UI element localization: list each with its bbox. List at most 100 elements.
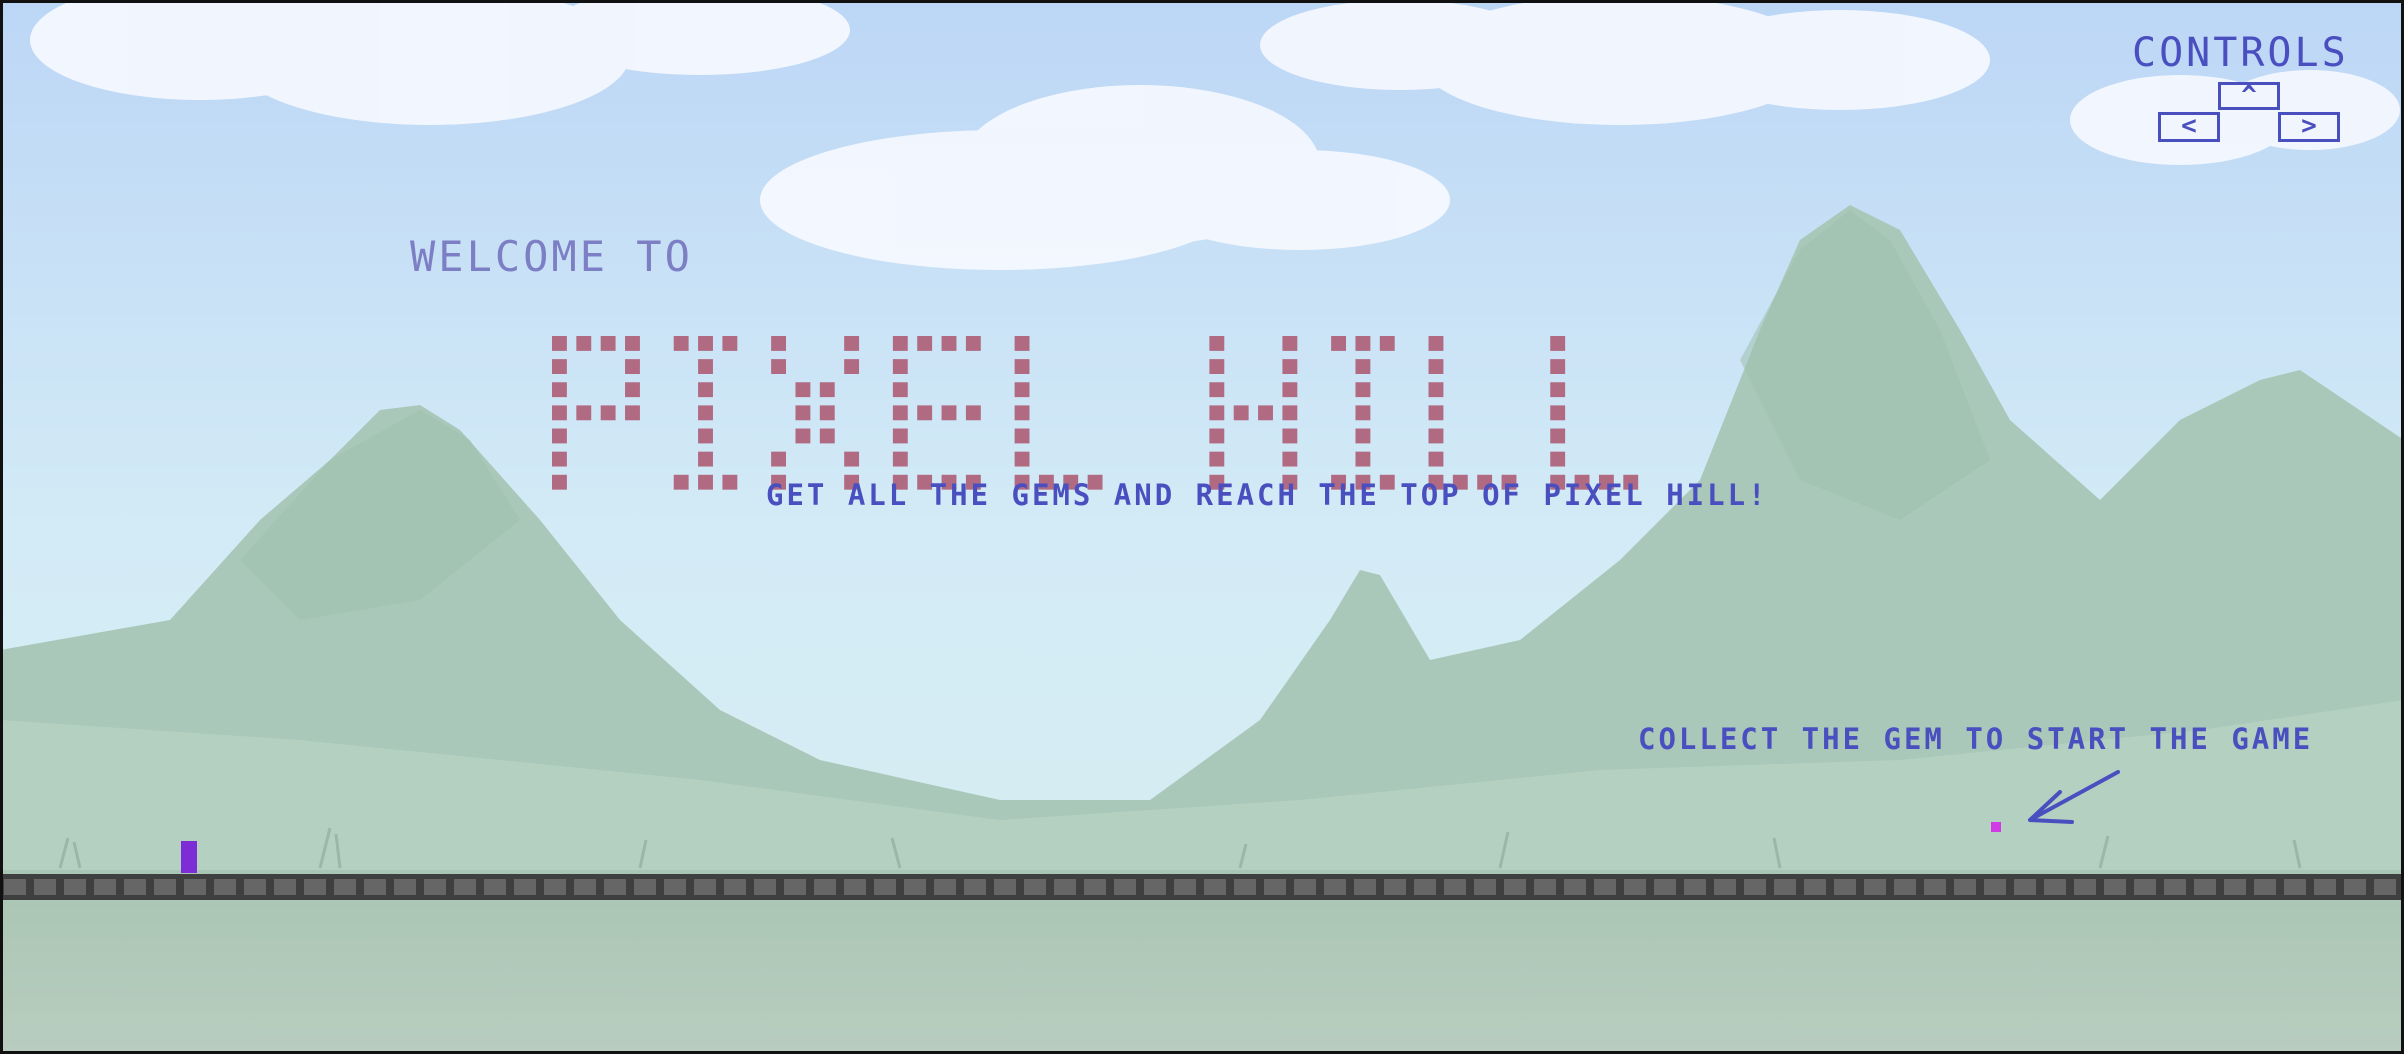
player-character[interactable] [181, 841, 197, 873]
title-dot [1014, 451, 1030, 467]
title-dot [552, 359, 567, 375]
title-dot [552, 382, 567, 398]
title-dot [1014, 336, 1030, 351]
title-dot [844, 359, 860, 375]
title-dot [1550, 359, 1566, 375]
title-dot [795, 382, 811, 398]
title-dot [844, 451, 860, 467]
title-dot [576, 405, 592, 421]
title-dot [1209, 428, 1225, 444]
title-dot [1209, 382, 1225, 398]
title-dot [698, 451, 713, 467]
title-dot [673, 336, 689, 351]
title-dot [892, 428, 908, 444]
title-dot [771, 451, 787, 467]
title-dot [698, 336, 713, 351]
title-dot [965, 336, 981, 351]
right-key-icon: > [2278, 112, 2340, 142]
title-dot [698, 359, 713, 375]
title-dot [1014, 382, 1030, 398]
controls-title: CONTROLS [2132, 30, 2349, 76]
left-key-icon: < [2158, 112, 2220, 142]
title-dot [892, 382, 908, 398]
title-dot [795, 405, 811, 421]
title-dot [552, 336, 567, 351]
title-dot [941, 405, 957, 421]
title-dot [1258, 405, 1273, 421]
title-dot [552, 474, 567, 490]
title-dot [1428, 428, 1444, 444]
title-dot [698, 474, 713, 490]
title-dot [673, 474, 689, 490]
title-dot [771, 336, 787, 351]
title-dot [576, 336, 592, 351]
title-dot [1355, 428, 1371, 444]
title-dot [698, 382, 713, 398]
title-dot [698, 428, 713, 444]
title-dot [625, 359, 640, 375]
title-dot [1282, 336, 1298, 351]
title-dot [625, 382, 640, 398]
title-dot [1282, 405, 1298, 421]
title-dot [1428, 405, 1444, 421]
title-dot [1550, 382, 1566, 398]
title-dot [1428, 336, 1444, 351]
title-dot [698, 405, 713, 421]
title-dot [1550, 451, 1566, 467]
title-dot [941, 336, 957, 351]
start-hint-text: COLLECT THE GEM TO START THE GAME [1638, 722, 2314, 756]
title-dot [1282, 359, 1298, 375]
title-dot [819, 405, 835, 421]
title-dot [600, 336, 616, 351]
title-dot [844, 336, 860, 351]
title-dot [1355, 359, 1371, 375]
title-dot [1014, 359, 1030, 375]
title-dot [1355, 382, 1371, 398]
title-dot [1355, 336, 1371, 351]
title-dot [1428, 382, 1444, 398]
title-dot [1550, 336, 1566, 351]
title-dot [819, 382, 835, 398]
title-dot [722, 474, 738, 490]
title-dot [625, 405, 640, 421]
title-dot [819, 428, 835, 444]
title-dot [1209, 336, 1225, 351]
title-dot [552, 428, 567, 444]
title-dot [1550, 405, 1566, 421]
title-dot [892, 336, 908, 351]
title-dot [892, 359, 908, 375]
title-dot [965, 405, 981, 421]
game-scene [0, 0, 2404, 1054]
up-key-icon: ^ [2218, 82, 2280, 110]
title-dot [1428, 359, 1444, 375]
title-dot [771, 359, 787, 375]
gem-pickup[interactable] [1991, 822, 2001, 832]
title-dot [892, 405, 908, 421]
title-dot [917, 336, 933, 351]
title-dot [552, 451, 567, 467]
tagline-text: GET ALL THE GEMS AND REACH THE TOP OF PI… [766, 478, 1769, 512]
title-dot [1550, 428, 1566, 444]
title-dot [600, 405, 616, 421]
title-dot [552, 405, 567, 421]
title-dot [1209, 405, 1225, 421]
title-dot [1428, 451, 1444, 467]
title-dot [1282, 451, 1298, 467]
title-dot [1014, 428, 1030, 444]
title-dot [917, 405, 933, 421]
title-dot [1355, 405, 1371, 421]
title-dot [1379, 336, 1395, 351]
welcome-text: WELCOME TO [410, 232, 693, 281]
title-dot [1233, 405, 1249, 421]
title-dot [1282, 428, 1298, 444]
title-dot [1331, 336, 1347, 351]
title-dot [1209, 451, 1225, 467]
title-dot [1014, 405, 1030, 421]
title-dot [1355, 451, 1371, 467]
title-dot [795, 428, 811, 444]
title-dot [1209, 359, 1225, 375]
ground-rail [0, 874, 2404, 900]
title-dot [892, 451, 908, 467]
title-dot [625, 336, 640, 351]
title-dot [722, 336, 738, 351]
